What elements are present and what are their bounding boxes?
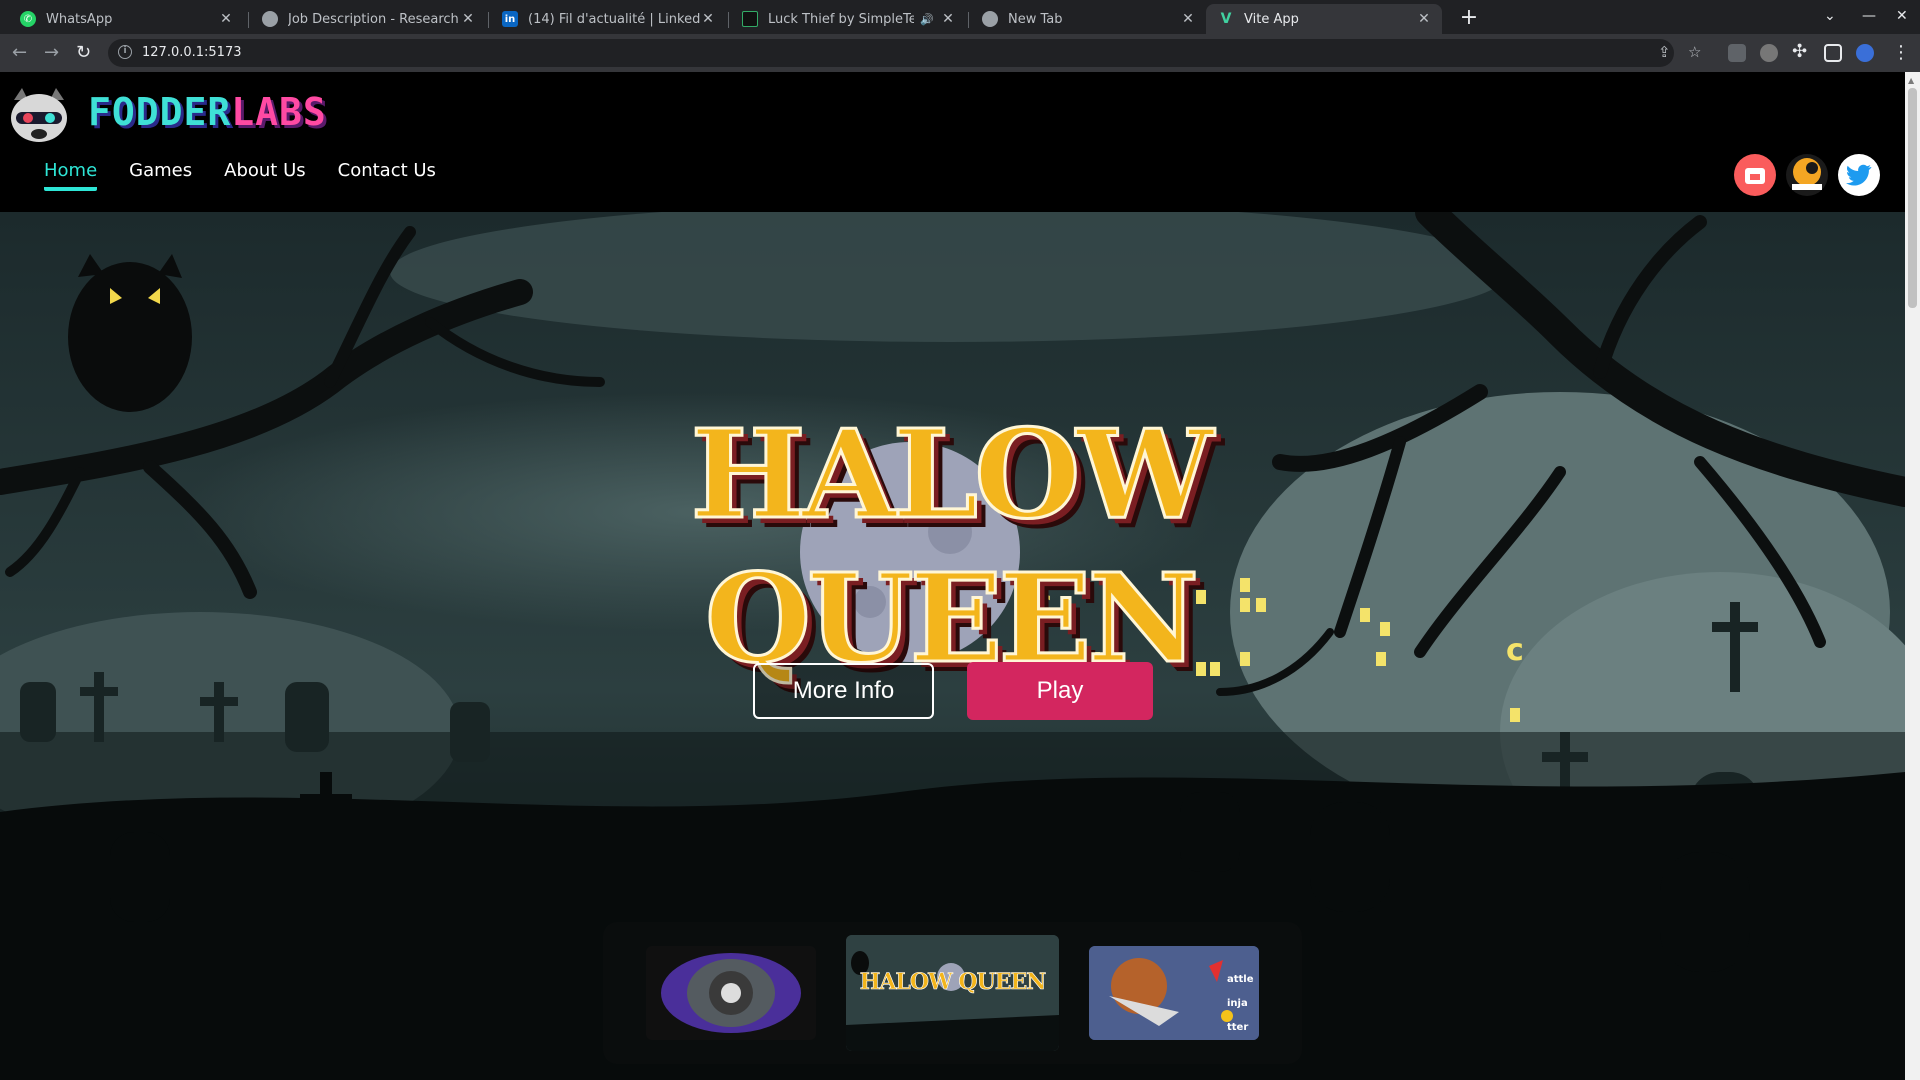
scroll-up-icon[interactable]: ▲ — [1908, 76, 1914, 85]
site-header: FODDERLABS Home Games About Us Contact U… — [0, 72, 1905, 212]
twitter-icon[interactable] — [1838, 154, 1880, 196]
tab-whatsapp[interactable]: ✆ WhatsApp ✕ — [8, 4, 244, 34]
new-tab-button[interactable]: + — [1455, 6, 1483, 32]
whatsapp-icon: ✆ — [20, 11, 36, 27]
forward-icon[interactable]: → — [44, 42, 59, 63]
tab-title: WhatsApp — [46, 11, 113, 27]
close-icon[interactable]: ✕ — [460, 11, 476, 27]
reload-icon[interactable]: ↻ — [76, 42, 91, 63]
browser-toolbar: ← → ↻ i 127.0.0.1:5173 ⇪ ☆ ✣ ⋮ — [0, 34, 1920, 72]
tab-new-tab[interactable]: New Tab ✕ — [970, 4, 1206, 34]
globe-icon — [262, 11, 278, 27]
glitch-eye-image — [661, 953, 801, 1033]
main-nav: Home Games About Us Contact Us — [44, 160, 436, 191]
puzzle-icon[interactable]: ✣ — [1792, 41, 1807, 62]
side-panel-icon[interactable] — [1824, 44, 1842, 62]
itch-icon — [742, 11, 758, 27]
back-icon[interactable]: ← — [12, 42, 27, 63]
game-thumbnail-3[interactable]: attle inja tter — [1089, 946, 1259, 1040]
nav-contact-us[interactable]: Contact Us — [338, 160, 436, 191]
logo-part-fodder: FODDER — [88, 90, 232, 134]
play-button[interactable]: Play — [967, 662, 1153, 720]
close-icon[interactable]: ✕ — [1180, 11, 1196, 27]
nav-about-us[interactable]: About Us — [224, 160, 306, 191]
tab-title: (14) Fil d'actualité | LinkedIn — [528, 11, 700, 27]
site-info-icon[interactable]: i — [118, 45, 132, 59]
newgrounds-icon[interactable] — [1786, 154, 1828, 196]
raccoon-logo-icon[interactable] — [8, 86, 70, 144]
bookmark-star-icon[interactable]: ☆ — [1688, 43, 1701, 61]
address-bar[interactable]: i 127.0.0.1:5173 ⇪ ☆ — [108, 39, 1701, 67]
game-title: HALOW QUEEN — [689, 401, 1215, 692]
close-icon[interactable]: ✕ — [940, 11, 956, 27]
game-carousel: HALOW QUEEN attle inja tter — [603, 922, 1302, 1064]
menu-icon[interactable]: ⋮ — [1892, 42, 1910, 63]
close-window-icon[interactable]: ✕ — [1896, 8, 1908, 24]
more-info-button[interactable]: More Info — [753, 663, 934, 719]
nav-games[interactable]: Games — [129, 160, 192, 191]
thumb-text: attle inja tter — [1227, 968, 1254, 1040]
hero-section: c c HALOW QUEEN More Info Play HALOW QUE… — [0, 212, 1905, 1080]
game-thumbnail-2[interactable]: HALOW QUEEN — [846, 935, 1059, 1051]
game-thumbnail-1[interactable] — [646, 946, 816, 1040]
browser-tab-bar: ✆ WhatsApp ✕ Job Description - Research … — [0, 0, 1920, 34]
tab-title: Luck Thief by SimpleTeam — [768, 11, 915, 27]
page-scrollbar[interactable]: ▲ — [1905, 72, 1920, 1080]
close-icon[interactable]: ✕ — [218, 11, 234, 27]
chrome-icon — [982, 11, 998, 27]
extension-icon[interactable] — [1760, 44, 1778, 62]
linkedin-icon: in — [502, 11, 518, 27]
tab-linkedin[interactable]: in (14) Fil d'actualité | LinkedIn ✕ — [490, 4, 726, 34]
nav-home[interactable]: Home — [44, 160, 98, 191]
tab-job-description[interactable]: Job Description - Research as ✕ — [250, 4, 486, 34]
tab-title: Vite App — [1244, 11, 1299, 27]
thumb-line-2: inja — [1227, 998, 1248, 1009]
tab-luck-thief[interactable]: Luck Thief by SimpleTeam 🔊 ✕ — [730, 4, 966, 34]
tab-title: Job Description - Research as — [288, 11, 460, 27]
vite-icon: V — [1220, 11, 1232, 27]
minimize-icon[interactable]: — — [1862, 8, 1876, 24]
url-text[interactable]: 127.0.0.1:5173 — [142, 45, 242, 60]
logo-wordmark[interactable]: FODDERLABS — [88, 90, 327, 134]
svg-text:c: c — [1506, 633, 1524, 668]
close-icon[interactable]: ✕ — [1416, 11, 1432, 27]
tab-search-icon[interactable]: ⌄ — [1824, 8, 1836, 24]
close-icon[interactable]: ✕ — [700, 11, 716, 27]
logo-part-labs: LABS — [231, 90, 327, 134]
itch-store-icon[interactable] — [1734, 154, 1776, 196]
thumb-title: HALOW QUEEN — [859, 969, 1046, 996]
speaker-icon[interactable]: 🔊 — [920, 13, 934, 26]
thumb-line-1: attle — [1227, 974, 1254, 985]
share-icon[interactable]: ⇪ — [1658, 43, 1671, 61]
thumb-line-3: tter — [1227, 1022, 1249, 1033]
tab-vite-app[interactable]: V Vite App ✕ — [1206, 4, 1442, 34]
tab-title: New Tab — [1008, 11, 1063, 27]
profile-avatar[interactable] — [1856, 44, 1874, 62]
scrollbar-thumb[interactable] — [1908, 88, 1917, 308]
extension-icon[interactable] — [1728, 44, 1746, 62]
